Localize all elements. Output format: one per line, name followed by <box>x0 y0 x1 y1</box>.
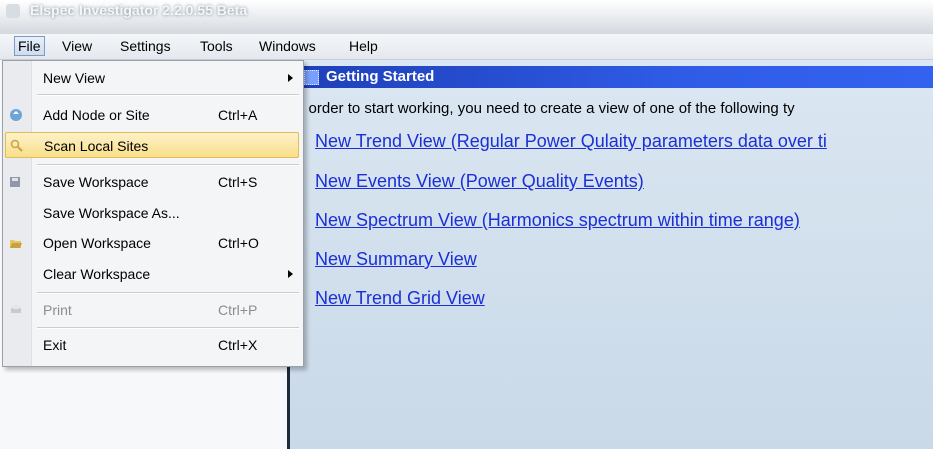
getting-started-panel: Getting Started n order to start working… <box>290 60 933 449</box>
print-icon <box>11 305 21 313</box>
menu-view[interactable]: View <box>59 38 95 54</box>
menu-item-clear-workspace[interactable]: Clear Workspace <box>5 261 299 287</box>
menu-item-label: Exit <box>43 337 67 353</box>
submenu-arrow-icon <box>288 74 293 82</box>
menu-separator <box>37 164 299 166</box>
menu-item-label: Open Workspace <box>43 235 151 251</box>
new-trend-grid-view-link[interactable]: New Trend Grid View <box>315 288 485 309</box>
menu-item-print[interactable]: Print Ctrl+P <box>5 297 299 323</box>
intro-text: n order to start working, you need to cr… <box>296 100 795 117</box>
new-spectrum-view-link[interactable]: New Spectrum View (Harmonics spectrum wi… <box>315 210 800 231</box>
menu-item-label: Add Node or Site <box>43 107 150 123</box>
getting-started-icon <box>304 70 319 85</box>
save-icon <box>10 177 20 187</box>
menu-item-open-workspace[interactable]: Open Workspace Ctrl+O <box>5 230 299 256</box>
menu-item-shortcut: Ctrl+O <box>218 235 259 251</box>
menu-item-label: Save Workspace <box>43 174 149 190</box>
menu-item-label: Save Workspace As... <box>43 205 180 221</box>
getting-started-title: Getting Started <box>326 68 435 85</box>
app-icon <box>6 4 20 18</box>
menu-item-exit[interactable]: Exit Ctrl+X <box>5 332 299 358</box>
menu-item-label: Clear Workspace <box>43 266 151 282</box>
menu-file[interactable]: File <box>14 36 45 56</box>
submenu-arrow-icon <box>288 270 293 278</box>
new-events-view-link[interactable]: New Events View (Power Quality Events) <box>315 171 644 192</box>
menu-item-label: New View <box>43 70 105 86</box>
file-menu-dropdown: New View Add Node or Site Ctrl+A Scan Lo… <box>2 60 304 367</box>
new-summary-view-link[interactable]: New Summary View <box>315 249 477 270</box>
menu-item-shortcut: Ctrl+S <box>218 174 258 190</box>
menu-help[interactable]: Help <box>346 38 381 54</box>
menu-item-add-node[interactable]: Add Node or Site Ctrl+A <box>5 102 299 128</box>
menu-separator <box>37 94 299 96</box>
menu-item-save-workspace-as[interactable]: Save Workspace As... <box>5 200 299 226</box>
open-folder-icon <box>10 240 22 248</box>
window-title: Elspec Investigator 2.2.0.55 Beta <box>30 2 248 18</box>
menu-item-scan-local-sites[interactable]: Scan Local Sites <box>5 132 299 158</box>
title-bar: Elspec Investigator 2.2.0.55 Beta <box>0 0 933 34</box>
menu-item-new-view[interactable]: New View <box>5 65 299 91</box>
menu-item-save-workspace[interactable]: Save Workspace Ctrl+S <box>5 169 299 195</box>
menu-item-label: Print <box>43 302 72 318</box>
add-node-icon <box>10 109 22 121</box>
menu-settings[interactable]: Settings <box>117 38 174 54</box>
menu-tools[interactable]: Tools <box>197 38 236 54</box>
menu-bar: File View Settings Tools Windows Help <box>0 34 933 60</box>
menu-item-shortcut: Ctrl+X <box>218 337 258 353</box>
menu-separator <box>37 292 299 294</box>
getting-started-header: Getting Started <box>290 66 933 88</box>
menu-item-shortcut: Ctrl+P <box>218 302 258 318</box>
new-trend-view-link[interactable]: New Trend View (Regular Power Qulaity pa… <box>315 131 827 152</box>
menu-item-shortcut: Ctrl+A <box>218 107 258 123</box>
menu-windows[interactable]: Windows <box>256 38 319 54</box>
menu-item-label: Scan Local Sites <box>44 138 149 154</box>
menu-separator <box>37 327 299 329</box>
scan-icon <box>10 139 23 152</box>
app-window: Elspec Investigator 2.2.0.55 Beta File V… <box>0 0 933 449</box>
